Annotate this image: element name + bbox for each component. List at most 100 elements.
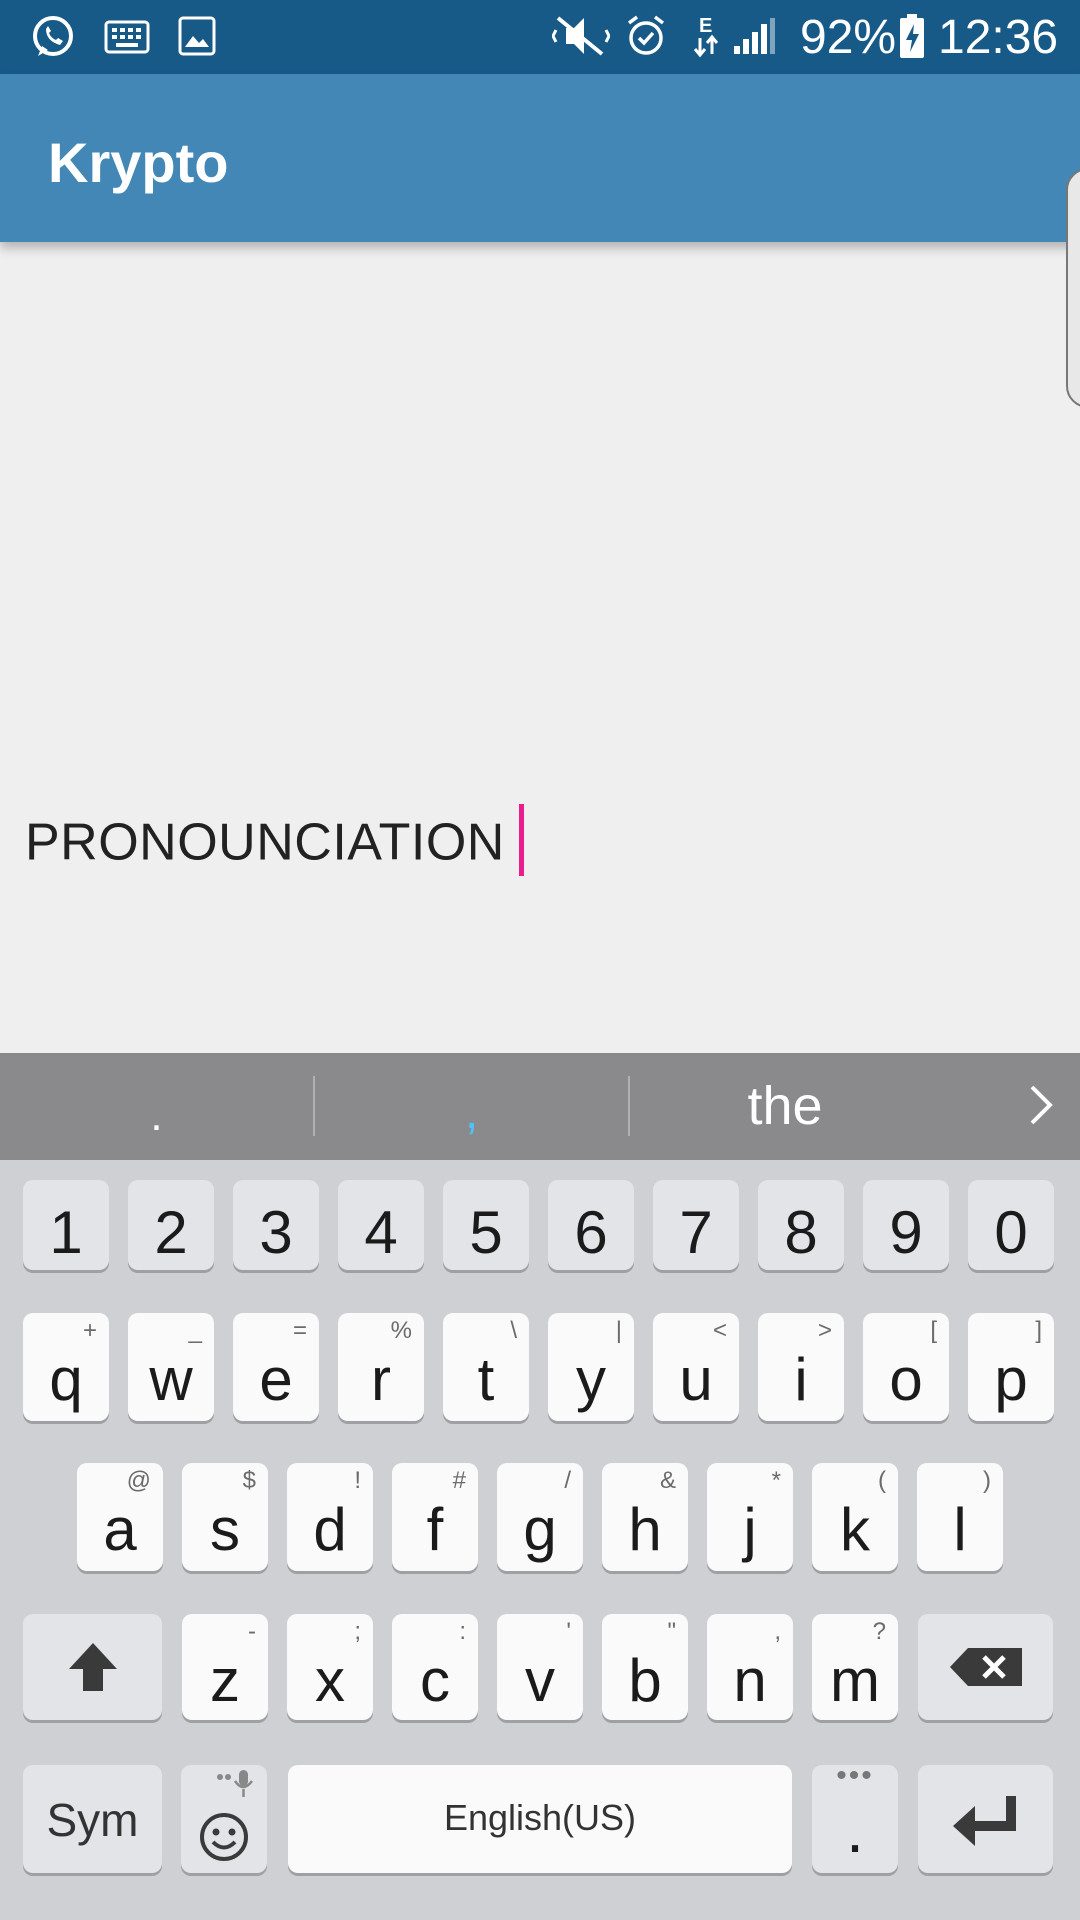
battery-charging-icon [900,14,924,58]
key-secondary-label: * [771,1467,781,1494]
image-icon [178,16,216,56]
mute-icon [552,16,610,56]
key-label: e [259,1346,293,1413]
key-letter[interactable]: l) [917,1463,1003,1571]
key-number[interactable]: 1 [23,1180,109,1270]
suggestion-item[interactable]: the [630,1053,940,1160]
suggestion-bar: . , the [0,1053,1080,1160]
enter-key[interactable] [918,1765,1053,1873]
key-label: 3 [259,1199,293,1266]
key-label: m [830,1647,880,1714]
key-number[interactable]: 4 [338,1180,424,1270]
key-letter[interactable]: a @ [77,1463,163,1571]
emoji-voice-key[interactable] [181,1765,267,1873]
key-label: a [103,1496,137,1563]
suggestion-item[interactable]: . [0,1053,313,1160]
key-letter[interactable]: c: [392,1614,478,1720]
key-label: l [953,1496,967,1563]
key-number[interactable]: 0 [968,1180,1054,1270]
period-key[interactable]: ••• . [812,1759,898,1873]
key-secondary-label: - [248,1618,256,1645]
key-label: g [523,1496,557,1563]
key-letter[interactable]: q + [23,1313,109,1421]
suggestion-item[interactable]: , [315,1053,628,1160]
key-label: 4 [364,1199,398,1266]
key-number[interactable]: 8 [758,1180,844,1270]
signal-icon [734,18,775,54]
key-letter[interactable]: n, [707,1614,793,1720]
key-number[interactable]: 9 [863,1180,949,1270]
space-key[interactable]: English(US) [288,1765,792,1873]
key-letter[interactable]: k( [812,1463,898,1571]
key-letter[interactable]: j * [707,1463,793,1571]
key-secondary-label: | [615,1317,622,1344]
key-secondary-label: $ [242,1467,256,1494]
key-label: u [679,1346,713,1413]
key-label: r [371,1346,391,1413]
key-secondary-label: # [452,1467,466,1494]
key-secondary-label: ; [354,1618,361,1645]
key-label: 5 [469,1199,503,1266]
key-secondary-label: \ [510,1317,517,1344]
backspace-icon [950,1648,1022,1686]
key-label: t [477,1346,495,1413]
key-number[interactable]: 6 [548,1180,634,1270]
key-secondary-label: & [659,1467,676,1494]
sym-key[interactable]: Sym [23,1765,162,1873]
more-dots: ••• [836,1759,874,1792]
edge-panel-handle[interactable] [1066,168,1080,408]
key-letter[interactable]: b " [602,1614,688,1720]
key-letter[interactable]: v ' [497,1614,583,1720]
key-letter[interactable]: z- [182,1614,268,1720]
key-letter[interactable]: u < [653,1313,739,1421]
microphone-icon [217,1770,253,1797]
key-number[interactable]: 2 [128,1180,214,1270]
key-letter[interactable]: x; [287,1614,373,1720]
key-label: h [628,1496,662,1563]
backspace-key[interactable] [918,1614,1053,1720]
shift-arrow-icon [69,1643,117,1691]
key-letter[interactable]: o[ [863,1313,949,1421]
key-letter[interactable]: m? [812,1614,898,1720]
chevron-right-icon[interactable] [1026,1079,1056,1131]
key-secondary-label: ( [878,1467,886,1494]
key-secondary-label: ! [354,1467,361,1494]
key-secondary-label: : [459,1618,466,1645]
key-letter[interactable]: s $ [182,1463,268,1571]
key-letter[interactable]: f # [392,1463,478,1571]
battery-percentage: 92% [800,11,897,64]
key-letter[interactable]: i > [758,1313,844,1421]
svg-text:E: E [699,15,712,37]
key-number[interactable]: 3 [233,1180,319,1270]
key-secondary-label: @ [126,1467,151,1494]
app-bar: Krypto [0,74,1080,242]
key-letter[interactable]: d! [287,1463,373,1571]
key-letter[interactable]: h & [602,1463,688,1571]
key-letter[interactable]: g / [497,1463,583,1571]
key-label: 6 [574,1199,608,1266]
key-letter[interactable]: w _ [128,1313,214,1421]
key-label: p [994,1346,1028,1413]
key-letter[interactable]: t \ [443,1313,529,1421]
key-letter[interactable]: y | [548,1313,634,1421]
input-text: PRONOUNCIATION [25,813,505,872]
key-secondary-label: ' [566,1618,571,1645]
sym-label: Sym [46,1794,139,1846]
key-letter[interactable]: e = [233,1313,319,1421]
text-input-field[interactable]: PRONOUNCIATION [25,804,524,882]
key-number[interactable]: 7 [653,1180,739,1270]
key-secondary-label: ? [872,1618,886,1645]
alarm-icon [627,15,665,55]
key-secondary-label: " [667,1618,676,1645]
shift-key[interactable] [23,1614,162,1720]
key-label: b [628,1647,662,1714]
key-letter[interactable]: r% [338,1313,424,1421]
key-label: 1 [49,1199,83,1266]
key-letter[interactable]: p] [968,1313,1054,1421]
key-secondary-label: > [817,1317,832,1344]
keyboard: 1 2 3 4 5 6 7 8 9 0 q + w _ e = r% t \ y | u < i > o[p] a @ s $ d! f # g /… [0,1160,1080,1920]
space-label: English(US) [443,1797,637,1838]
key-number[interactable]: 5 [443,1180,529,1270]
key-label: v [525,1647,555,1714]
data-e-icon: E [693,15,719,58]
